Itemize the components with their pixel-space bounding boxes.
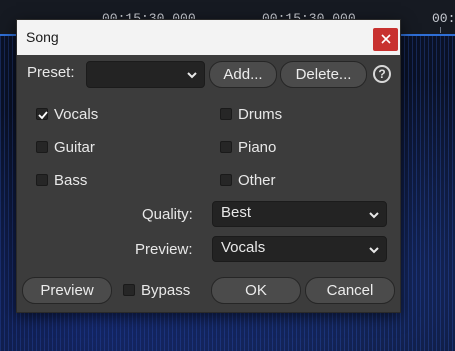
ruler-tick	[440, 27, 441, 33]
song-dialog: Song Preset: Add... Delete... ? Vocals D…	[16, 19, 401, 313]
chevron-down-icon	[369, 212, 379, 219]
other-checkbox[interactable]	[220, 174, 232, 186]
preview-button[interactable]: Preview	[22, 277, 112, 304]
close-button[interactable]	[373, 28, 398, 51]
preview-select-label: Preview:	[135, 241, 193, 258]
quality-value: Best	[221, 204, 252, 221]
delete-preset-button[interactable]: Delete...	[280, 61, 367, 88]
drums-label[interactable]: Drums	[238, 106, 282, 123]
bypass-checkbox[interactable]	[123, 284, 135, 296]
ok-button[interactable]: OK	[211, 277, 301, 304]
chevron-down-icon	[187, 72, 197, 79]
checkmark-icon	[38, 111, 48, 120]
quality-select[interactable]: Best	[212, 201, 387, 227]
bass-label[interactable]: Bass	[54, 172, 87, 189]
quality-label: Quality:	[142, 206, 193, 223]
help-icon[interactable]: ?	[373, 65, 391, 83]
dialog-title: Song	[26, 29, 59, 45]
timeline-time-label: 00:1	[432, 11, 455, 26]
bass-checkbox[interactable]	[36, 174, 48, 186]
guitar-label[interactable]: Guitar	[54, 139, 95, 156]
drums-checkbox[interactable]	[220, 108, 232, 120]
preset-label: Preset:	[27, 64, 75, 81]
dialog-titlebar[interactable]: Song	[17, 20, 400, 55]
close-icon	[380, 34, 391, 44]
cancel-button[interactable]: Cancel	[305, 277, 395, 304]
preset-select[interactable]	[86, 61, 205, 88]
bypass-label[interactable]: Bypass	[141, 282, 190, 299]
vocals-checkbox[interactable]	[36, 108, 48, 120]
add-preset-button[interactable]: Add...	[209, 61, 277, 88]
guitar-checkbox[interactable]	[36, 141, 48, 153]
preview-select[interactable]: Vocals	[212, 236, 387, 262]
chevron-down-icon	[369, 247, 379, 254]
other-label[interactable]: Other	[238, 172, 276, 189]
vocals-label[interactable]: Vocals	[54, 106, 98, 123]
piano-checkbox[interactable]	[220, 141, 232, 153]
piano-label[interactable]: Piano	[238, 139, 276, 156]
preview-select-value: Vocals	[221, 239, 266, 256]
